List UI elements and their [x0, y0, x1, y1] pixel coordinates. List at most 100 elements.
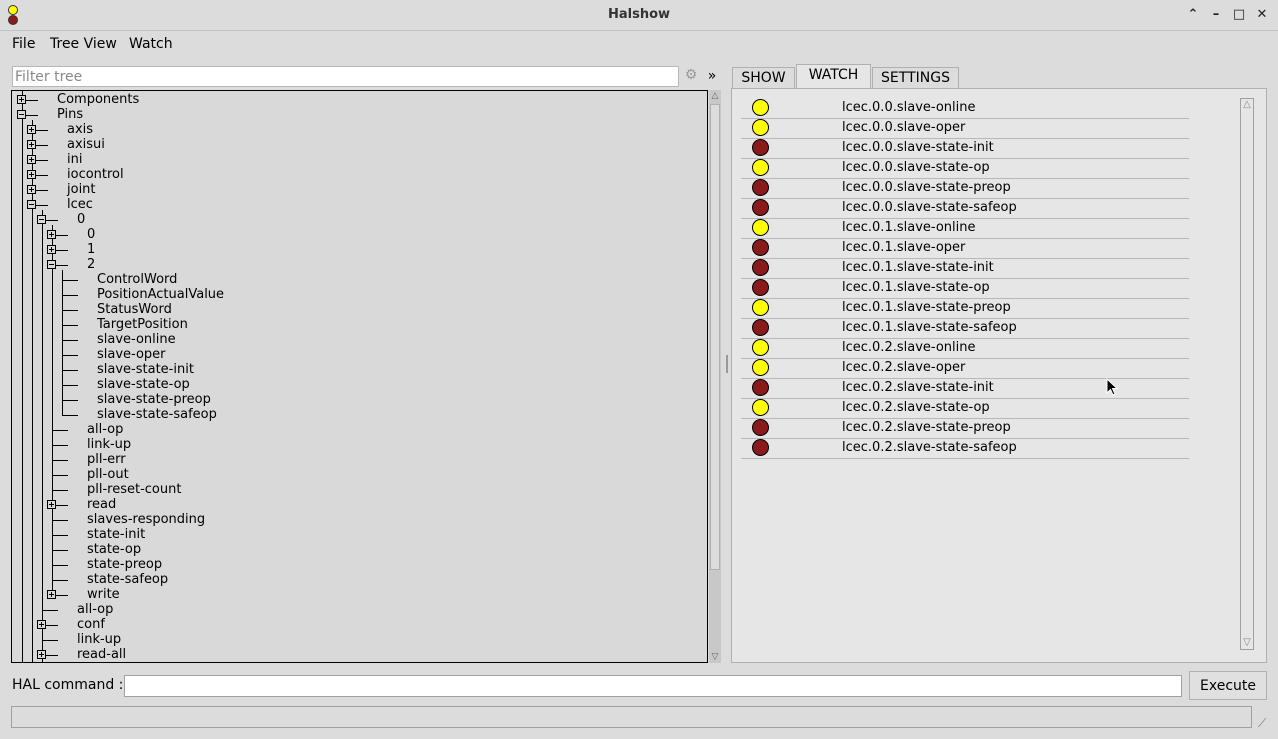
hal-command-input[interactable] — [124, 675, 1182, 697]
window-title: Halshow — [607, 7, 671, 22]
tree-item[interactable]: 1 — [87, 242, 95, 257]
expand-plus-icon[interactable] — [47, 245, 56, 254]
status-led-icon — [752, 199, 769, 216]
watch-pin-label[interactable]: lcec.0.2.slave-state-safeop — [842, 438, 1017, 458]
watch-pin-label[interactable]: lcec.0.2.slave-state-op — [842, 398, 990, 418]
collapse-minus-icon[interactable] — [47, 260, 56, 269]
minimize-icon[interactable]: – — [1207, 6, 1225, 24]
close-icon[interactable]: ✕ — [1253, 6, 1271, 24]
tree-item[interactable]: iocontrol — [67, 167, 124, 182]
expand-plus-icon[interactable] — [37, 650, 46, 659]
tree-item[interactable]: pll-out — [87, 467, 129, 482]
pin-tree[interactable]: Components Pins axis axisui ini iocontrol join… — [11, 90, 708, 663]
tree-item[interactable]: Pins — [57, 107, 83, 122]
tree-item[interactable]: StatusWord — [97, 302, 172, 317]
tab-show[interactable]: SHOW — [732, 67, 795, 89]
expand-plus-icon[interactable] — [47, 500, 56, 509]
tree-item[interactable]: slave-state-init — [97, 362, 194, 377]
tree-item[interactable]: read — [87, 497, 116, 512]
watch-pin-label[interactable]: lcec.0.0.slave-online — [842, 98, 975, 118]
watch-pin-label[interactable]: lcec.0.0.slave-state-op — [842, 158, 990, 178]
tree-item[interactable]: ControlWord — [97, 272, 177, 287]
tree-item[interactable]: TargetPosition — [97, 317, 188, 332]
menu-watch[interactable]: Watch — [129, 36, 173, 52]
expand-plus-icon[interactable] — [17, 95, 26, 104]
watch-pin-label[interactable]: lcec.0.2.slave-oper — [842, 358, 965, 378]
tree-item[interactable]: all-op — [77, 602, 113, 617]
watch-pin-label[interactable]: lcec.0.2.slave-state-init — [842, 378, 994, 398]
watch-pin-label[interactable]: lcec.0.1.slave-state-op — [842, 278, 990, 298]
expand-plus-icon[interactable] — [47, 230, 56, 239]
expand-plus-icon[interactable] — [27, 185, 36, 194]
expand-plus-icon[interactable] — [27, 155, 36, 164]
watch-pin-label[interactable]: lcec.0.1.slave-oper — [842, 238, 965, 258]
tree-item[interactable]: write — [87, 587, 120, 602]
tab-watch[interactable]: WATCH — [796, 64, 871, 89]
tree-item[interactable]: pll-reset-count — [87, 482, 181, 497]
watch-pin-label[interactable]: lcec.0.0.slave-state-init — [842, 138, 994, 158]
resize-grip-icon[interactable]: ⟋ — [1258, 716, 1272, 730]
tree-item[interactable]: lcec — [67, 197, 93, 212]
tree-item[interactable]: slave-state-op — [97, 377, 190, 392]
tree-item[interactable]: PositionActualValue — [97, 287, 224, 302]
watch-pin-label[interactable]: lcec.0.1.slave-state-safeop — [842, 318, 1017, 338]
tree-item[interactable]: state-init — [87, 527, 145, 542]
expand-plus-icon[interactable] — [47, 590, 56, 599]
tree-item[interactable]: conf — [77, 617, 105, 632]
tab-settings[interactable]: SETTINGS — [872, 67, 959, 89]
watch-pin-label[interactable]: lcec.0.0.slave-oper — [842, 118, 965, 138]
tree-item[interactable]: 0 — [87, 227, 95, 242]
watch-pin-label[interactable]: lcec.0.0.slave-state-safeop — [842, 198, 1017, 218]
tree-item[interactable]: state-preop — [87, 557, 162, 572]
expand-panel-button[interactable]: » — [704, 66, 720, 86]
tree-item[interactable]: 2 — [87, 257, 95, 272]
tree-item[interactable]: link-up — [77, 632, 121, 647]
tree-scrollbar[interactable]: △ ▽ — [709, 90, 721, 663]
tree-item[interactable]: slave-state-preop — [97, 392, 211, 407]
tree-item[interactable]: link-up — [87, 437, 131, 452]
scrollbar-thumb[interactable] — [710, 104, 720, 570]
tree-item[interactable]: slave-online — [97, 332, 176, 347]
tree-item[interactable]: slave-state-safeop — [97, 407, 217, 422]
scroll-up-icon[interactable]: △ — [710, 91, 720, 101]
tree-item[interactable]: state-safeop — [87, 572, 168, 587]
tree-item[interactable]: 0 — [77, 212, 85, 227]
tree-item[interactable]: ini — [67, 152, 82, 167]
execute-button[interactable]: Execute — [1189, 671, 1267, 700]
filter-tree-input[interactable] — [12, 66, 679, 87]
maximize-icon[interactable]: □ — [1230, 6, 1248, 24]
watch-pin-label[interactable]: lcec.0.1.slave-state-preop — [842, 298, 1011, 318]
watch-pin-label[interactable]: lcec.0.1.slave-online — [842, 218, 975, 238]
menu-tree-view[interactable]: Tree View — [50, 36, 117, 52]
scroll-down-icon[interactable]: ▽ — [1241, 637, 1253, 649]
watch-pin-label[interactable]: lcec.0.2.slave-state-preop — [842, 418, 1011, 438]
expand-plus-icon[interactable] — [37, 620, 46, 629]
collapse-minus-icon[interactable] — [17, 110, 26, 119]
expand-plus-icon[interactable] — [27, 170, 36, 179]
collapse-minus-icon[interactable] — [37, 215, 46, 224]
watch-pin-label[interactable]: lcec.0.0.slave-state-preop — [842, 178, 1011, 198]
watch-pin-label[interactable]: lcec.0.1.slave-state-init — [842, 258, 994, 278]
hal-command-label: HAL command : — [12, 677, 124, 693]
tree-item[interactable]: axis — [67, 122, 93, 137]
tree-item[interactable]: all-op — [87, 422, 123, 437]
watch-pin-label[interactable]: lcec.0.2.slave-online — [842, 338, 975, 358]
tree-item[interactable]: axisui — [67, 137, 105, 152]
tree-item[interactable]: joint — [67, 182, 96, 197]
tree-item[interactable]: state-op — [87, 542, 141, 557]
expand-plus-icon[interactable] — [27, 125, 36, 134]
tree-item[interactable]: pll-err — [87, 452, 126, 467]
watch-scrollbar[interactable]: △ ▽ — [1240, 98, 1254, 650]
pane-splitter[interactable] — [726, 355, 728, 373]
tree-item[interactable]: Components — [57, 92, 139, 107]
tree-item[interactable]: slaves-responding — [87, 512, 205, 527]
expand-plus-icon[interactable] — [27, 140, 36, 149]
scroll-up-icon[interactable]: △ — [1241, 99, 1253, 111]
gear-icon[interactable]: ⚙ — [683, 67, 699, 83]
collapse-minus-icon[interactable] — [27, 200, 36, 209]
chevron-up-icon[interactable]: ⌃ — [1184, 6, 1202, 24]
menu-file[interactable]: File — [12, 36, 35, 52]
tree-item[interactable]: read-all — [77, 647, 126, 662]
tree-item[interactable]: slave-oper — [97, 347, 166, 362]
scroll-down-icon[interactable]: ▽ — [710, 652, 720, 662]
